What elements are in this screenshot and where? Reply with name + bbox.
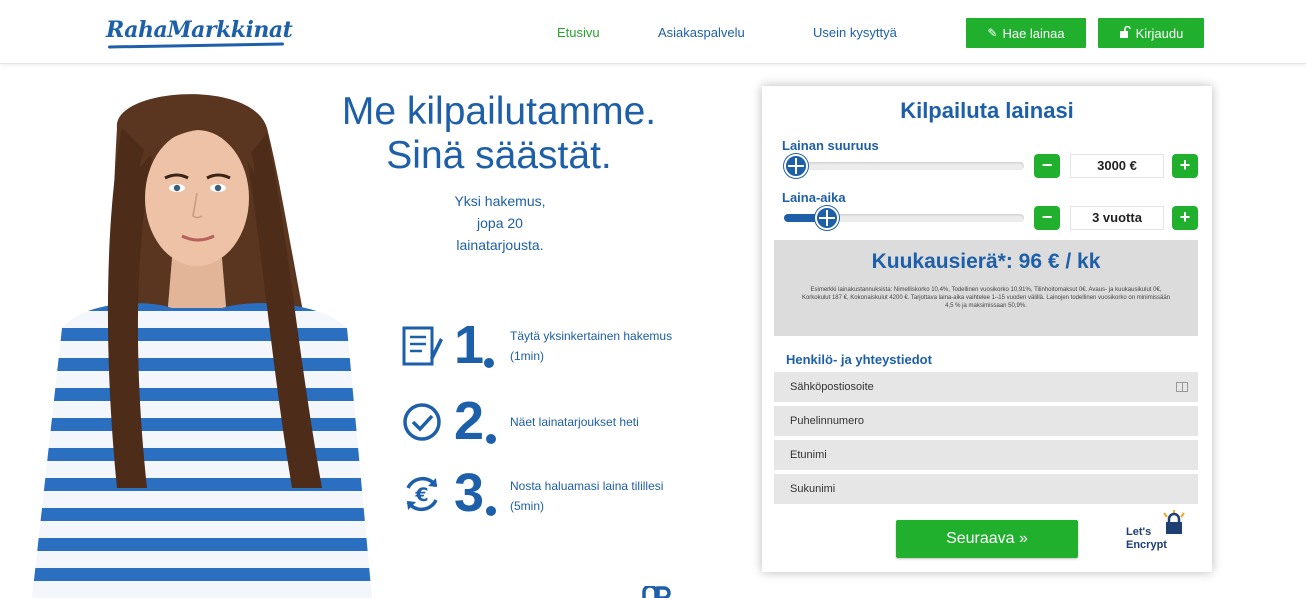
apply-loan-button[interactable]: ✎ Hae lainaa <box>966 18 1086 48</box>
subline-1: Yksi hakemus, <box>454 193 546 209</box>
nav-home-link[interactable]: Etusivu <box>557 25 600 40</box>
step-1: 1 Täytä yksinkertainen hakemus (1min) <box>398 315 728 380</box>
term-increase-button[interactable]: + <box>1172 206 1198 230</box>
amount-slider-handle[interactable] <box>784 154 808 178</box>
last-name-field[interactable]: Sukunimi <box>774 474 1198 504</box>
step-3-line-1: Nosta haluamasi laina tilillesi <box>510 479 664 493</box>
site-header: RahaMarkkinat Etusivu Asiakaspalvelu Use… <box>0 0 1306 64</box>
phone-field[interactable]: Puhelinnumero <box>774 406 1198 436</box>
step-2: 2 Näet lainatarjoukset heti <box>398 391 728 456</box>
apply-loan-label: Hae lainaa <box>1002 25 1065 41</box>
amount-slider[interactable] <box>784 154 1024 178</box>
partial-brand-mark <box>640 582 674 598</box>
term-label: Laina-aika <box>782 190 846 205</box>
subline-3: lainatarjousta. <box>456 237 544 253</box>
step-2-dot <box>486 434 496 444</box>
loan-form-panel: Kilpailuta lainasi Lainan suuruus − 3000… <box>762 86 1212 572</box>
unlock-icon <box>1119 25 1131 41</box>
checkmark-icon <box>400 400 444 444</box>
next-button[interactable]: Seuraava » <box>896 520 1078 558</box>
form-title: Kilpailuta lainasi <box>900 98 1074 123</box>
site-logo[interactable]: RahaMarkkinat <box>106 17 293 43</box>
step-2-text: Näet lainatarjoukset heti <box>510 412 720 432</box>
email-placeholder: Sähköpostiosoite <box>790 381 874 393</box>
lets-encrypt-badge: Let's Encrypt <box>1124 510 1194 558</box>
contact-section-label: Henkilö- ja yhteystiedot <box>786 352 932 367</box>
subline-2: jopa 20 <box>477 215 523 231</box>
step-1-number: 1 <box>454 315 485 375</box>
step-1-line-2: (1min) <box>510 349 545 363</box>
step-3-text: Nosta haluamasi laina tilillesi (5min) <box>510 476 720 516</box>
step-2-line-1: Näet lainatarjoukset heti <box>510 415 639 429</box>
monthly-payment-title: Kuukausierä*: 96 € / kk <box>871 250 1101 273</box>
step-1-dot <box>484 358 494 368</box>
step-3-number: 3 <box>454 463 485 523</box>
pencil-icon: ✎ <box>987 26 998 40</box>
lets-encrypt-line-2: Encrypt <box>1126 539 1167 551</box>
term-slider-handle[interactable] <box>815 206 840 230</box>
form-icon <box>400 324 444 368</box>
step-2-number: 2 <box>454 391 485 451</box>
step-3-line-2: (5min) <box>510 499 545 513</box>
login-label: Kirjaudu <box>1135 25 1184 41</box>
lets-encrypt-line-1: Let's <box>1126 526 1152 538</box>
svg-text:€: € <box>414 484 428 506</box>
headline-line-2: Sinä säästät. <box>386 134 612 177</box>
step-3-dot <box>486 506 496 516</box>
phone-placeholder: Puhelinnumero <box>790 415 864 427</box>
nav-faq-link[interactable]: Usein kysyttyä <box>813 25 897 40</box>
amount-increase-button[interactable]: + <box>1172 154 1198 178</box>
nav-support-link[interactable]: Asiakaspalvelu <box>658 25 745 40</box>
hero-headline: Me kilpailutamme. Sinä säästät. <box>318 90 680 178</box>
last-name-placeholder: Sukunimi <box>790 483 836 495</box>
term-value[interactable]: 3 vuotta <box>1070 206 1164 230</box>
term-slider[interactable] <box>784 206 1024 230</box>
monthly-payment-disclaimer: Esimerkki lainakustannuksista: Nimellisk… <box>801 287 1171 309</box>
email-field[interactable]: Sähköpostiosoite <box>774 372 1198 402</box>
step-1-text: Täytä yksinkertainen hakemus (1min) <box>510 326 720 366</box>
contact-card-icon <box>1176 382 1188 392</box>
headline-line-1: Me kilpailutamme. <box>341 90 657 133</box>
first-name-placeholder: Etunimi <box>790 449 827 461</box>
step-1-line-1: Täytä yksinkertainen hakemus <box>510 329 673 343</box>
logo-underline <box>107 42 285 49</box>
lets-encrypt-text: Let's Encrypt <box>1126 526 1167 552</box>
amount-value[interactable]: 3000 € <box>1070 154 1164 178</box>
monthly-payment-box: Kuukausierä*: 96 € / kk Esimerkki lainak… <box>774 240 1198 336</box>
hero-subline: Yksi hakemus, jopa 20 lainatarjousta. <box>410 190 590 256</box>
euro-icon: € <box>400 472 444 516</box>
amount-decrease-button[interactable]: − <box>1034 154 1060 178</box>
first-name-field[interactable]: Etunimi <box>774 440 1198 470</box>
term-decrease-button[interactable]: − <box>1034 206 1060 230</box>
step-3: € 3 Nosta haluamasi laina tilillesi (5mi… <box>398 463 728 528</box>
login-button[interactable]: Kirjaudu <box>1098 18 1204 48</box>
amount-label: Lainan suuruus <box>782 138 879 153</box>
